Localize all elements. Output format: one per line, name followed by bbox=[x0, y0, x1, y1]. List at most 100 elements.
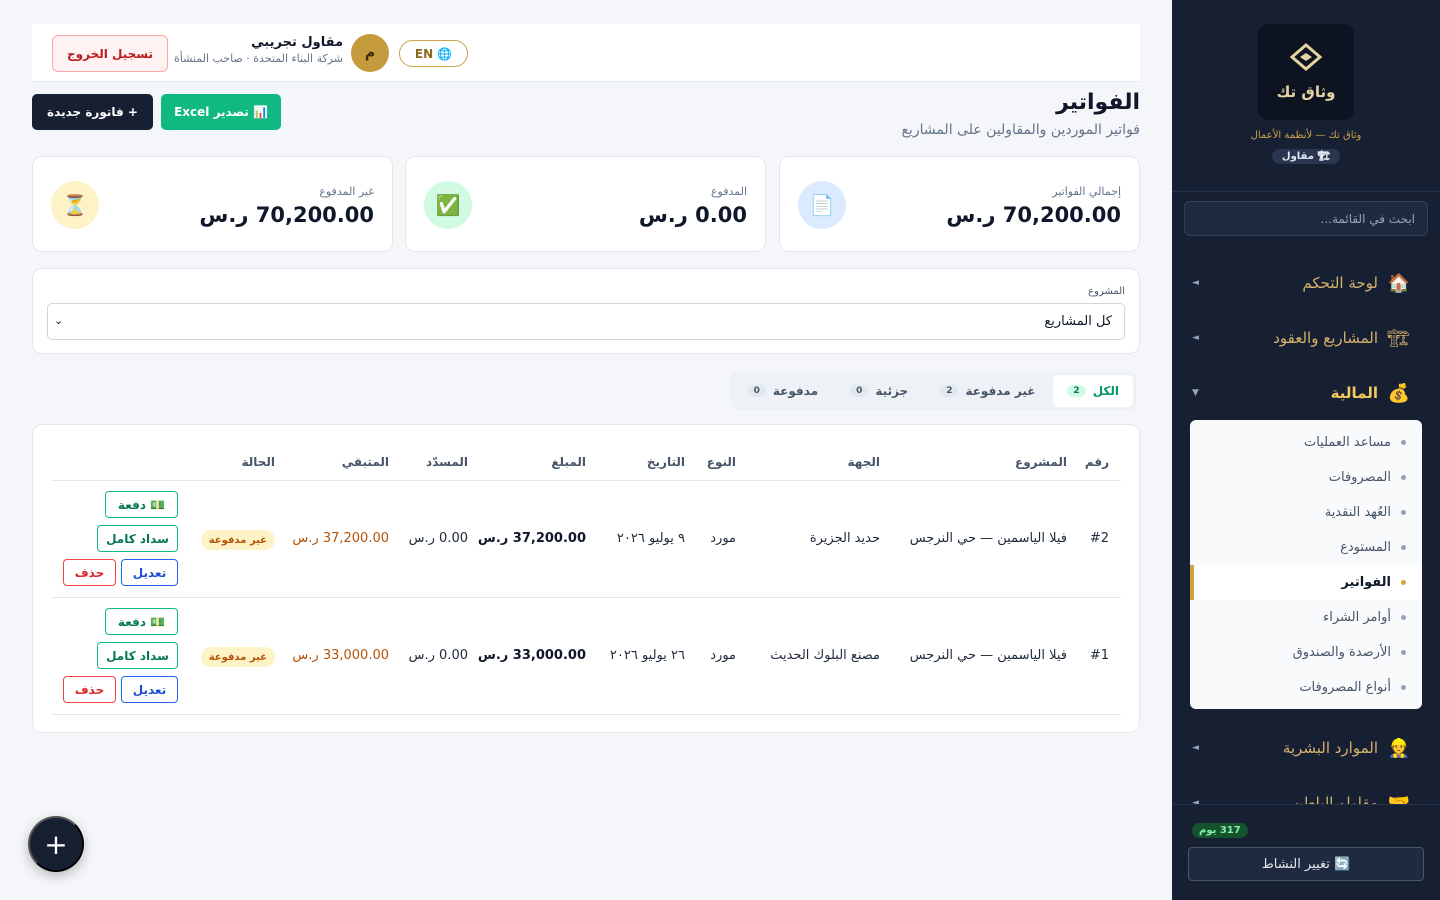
brand-block: وثاق تك وثاق تك — لأنظمة الأعمال 🏗 مقاول bbox=[1172, 0, 1440, 192]
tab-paid[interactable]: مدفوعة 0 bbox=[734, 375, 832, 407]
sidebar-item-label: المالية bbox=[1330, 384, 1378, 402]
header-divider bbox=[51, 480, 1121, 481]
full-payment-button[interactable]: سداد كامل bbox=[97, 642, 178, 669]
sidebar-search-input[interactable]: ابحث في القائمة... bbox=[1184, 201, 1428, 236]
submenu-label: المستودع bbox=[1340, 540, 1391, 555]
days-remaining-badge: 317 يوم bbox=[1192, 823, 1248, 838]
avatar[interactable]: م bbox=[351, 34, 389, 72]
logo-text: وثاق تك bbox=[1276, 83, 1336, 101]
cell-paid: 0.00 ر.س bbox=[408, 531, 468, 546]
submenu-item-cash-custody[interactable]: العُهد النقدية bbox=[1190, 495, 1422, 530]
column-header-remaining: المتبقي bbox=[341, 455, 389, 469]
edit-button[interactable]: تعديل bbox=[121, 676, 178, 703]
submenu-label: أوامر الشراء bbox=[1323, 610, 1391, 625]
column-header-status: الحالة bbox=[241, 455, 275, 469]
language-label: EN bbox=[414, 46, 434, 61]
filter-card: المشروع كل المشاريع ⌄ bbox=[32, 268, 1140, 354]
delete-button[interactable]: حذف bbox=[63, 676, 116, 703]
cell-project: فيلا الياسمين — حي النرجس bbox=[909, 648, 1067, 663]
home-icon: 🏠 bbox=[1387, 272, 1410, 294]
cell-type: مورد bbox=[710, 531, 736, 546]
stat-label: إجمالي الفواتير bbox=[1052, 185, 1121, 198]
submenu-item-purchase-orders[interactable]: أوامر الشراء bbox=[1190, 600, 1422, 635]
tab-label: الكل bbox=[1092, 384, 1119, 398]
logo-mark-icon bbox=[1289, 43, 1323, 71]
submenu-item-balances[interactable]: الأرصدة والصندوق bbox=[1190, 635, 1422, 670]
tab-count-badge: 0 bbox=[747, 385, 766, 397]
cell-remaining: 37,200.00 ر.س bbox=[292, 531, 389, 546]
sidebar-item-label: الموارد البشرية bbox=[1282, 739, 1378, 757]
project-filter-label: المشروع bbox=[1088, 286, 1125, 297]
sidebar: وثاق تك وثاق تك — لأنظمة الأعمال 🏗 مقاول… bbox=[1172, 0, 1440, 900]
stat-card-total: إجمالي الفواتير 70,200.00 ر.س 📄 bbox=[779, 156, 1140, 252]
construction-icon: 🏗 bbox=[1387, 327, 1410, 349]
add-payment-button[interactable]: 💵 دفعة bbox=[105, 491, 178, 518]
bullet-icon bbox=[1401, 475, 1406, 480]
chevron-down-icon: ⌄ bbox=[54, 314, 64, 327]
tab-count-badge: 2 bbox=[940, 385, 959, 397]
column-header-paid: المسدّد bbox=[426, 455, 468, 469]
globe-icon: 🌐 bbox=[437, 46, 453, 61]
tab-label: جزئية bbox=[875, 384, 909, 398]
user-company: شركة البناء المتحدة · صاحب المنشأة bbox=[174, 52, 344, 65]
brand-tagline: وثاق تك — لأنظمة الأعمال bbox=[1250, 130, 1362, 141]
bullet-icon bbox=[1401, 580, 1406, 585]
bullet-icon bbox=[1401, 685, 1406, 690]
chevron-left-icon: ◄ bbox=[1192, 743, 1199, 753]
sidebar-item-dashboard[interactable]: 🏠 لوحة التحكم ◄ bbox=[1172, 263, 1440, 303]
status-tabs: الكل 2 غير مدفوعة 2 جزئية 0 مدفوعة 0 bbox=[730, 372, 1136, 410]
chevron-down-icon: ▼ bbox=[1192, 388, 1199, 398]
delete-button[interactable]: حذف bbox=[63, 559, 116, 586]
cell-number: #1 bbox=[1089, 648, 1109, 663]
submenu-item-operations-assistant[interactable]: مساعد العمليات bbox=[1190, 425, 1422, 460]
language-toggle-button[interactable]: 🌐 EN bbox=[399, 40, 468, 67]
tab-unpaid[interactable]: غير مدفوعة 2 bbox=[926, 375, 1049, 407]
column-header-amount: المبلغ bbox=[551, 455, 586, 469]
user-info: مقاول تجريبي شركة البناء المتحدة · صاحب … bbox=[174, 35, 343, 65]
page-subtitle: فواتير الموردين والمقاولين على المشاريع bbox=[901, 122, 1140, 138]
invoices-table: رقم المشروع الجهة النوع التاريخ المبلغ ا… bbox=[32, 424, 1140, 733]
role-badge: 🏗 مقاول bbox=[1271, 149, 1341, 164]
money-bag-icon: 💰 bbox=[1387, 382, 1410, 404]
tab-all[interactable]: الكل 2 bbox=[1053, 375, 1133, 407]
chevron-left-icon: ◄ bbox=[1192, 278, 1199, 288]
sidebar-item-hr[interactable]: 👷 الموارد البشرية ◄ bbox=[1172, 728, 1440, 768]
project-select[interactable]: كل المشاريع ⌄ bbox=[47, 303, 1125, 340]
submenu-label: العُهد النقدية bbox=[1324, 505, 1391, 520]
sidebar-item-label: لوحة التحكم bbox=[1302, 274, 1378, 292]
stat-value: 70,200.00 ر.س bbox=[946, 203, 1121, 227]
full-payment-button[interactable]: سداد كامل bbox=[97, 525, 178, 552]
edit-button[interactable]: تعديل bbox=[121, 559, 178, 586]
add-payment-button[interactable]: 💵 دفعة bbox=[105, 608, 178, 635]
sidebar-item-label: المشاريع والعقود bbox=[1273, 329, 1378, 347]
cell-project: فيلا الياسمين — حي النرجس bbox=[909, 531, 1067, 546]
app-logo[interactable]: وثاق تك bbox=[1258, 24, 1354, 120]
cell-paid: 0.00 ر.س bbox=[408, 648, 468, 663]
submenu-item-expense-types[interactable]: أنواع المصروفات bbox=[1190, 670, 1422, 705]
row-divider bbox=[51, 597, 1121, 598]
sidebar-footer: 317 يوم 🔄 تغيير النشاط bbox=[1172, 804, 1440, 900]
cell-date: ٩ يوليو ٢٠٢٦ bbox=[616, 531, 685, 546]
submenu-label: الفواتير bbox=[1341, 575, 1391, 590]
cell-party: مصنع البلوك الحديث bbox=[770, 648, 880, 663]
finance-submenu: مساعد العمليات المصروفات العُهد النقدية … bbox=[1190, 420, 1422, 709]
submenu-item-expenses[interactable]: المصروفات bbox=[1190, 460, 1422, 495]
tab-label: مدفوعة bbox=[772, 384, 819, 398]
floating-add-button[interactable]: + bbox=[28, 816, 84, 872]
sidebar-item-finance[interactable]: 💰 المالية ▼ bbox=[1172, 373, 1440, 413]
cell-remaining: 33,000.00 ر.س bbox=[292, 648, 389, 663]
bullet-icon bbox=[1401, 615, 1406, 620]
bullet-icon bbox=[1401, 650, 1406, 655]
export-excel-button[interactable]: 📊 تصدير Excel bbox=[161, 94, 281, 130]
submenu-item-invoices[interactable]: الفواتير bbox=[1190, 565, 1422, 600]
tab-label: غير مدفوعة bbox=[965, 384, 1036, 398]
submenu-label: الأرصدة والصندوق bbox=[1292, 645, 1391, 660]
new-invoice-button[interactable]: + فاتورة جديدة bbox=[32, 94, 153, 130]
tab-partial[interactable]: جزئية 0 bbox=[836, 375, 922, 407]
sidebar-item-projects[interactable]: 🏗 المشاريع والعقود ◄ bbox=[1172, 318, 1440, 358]
stat-label: المدفوع bbox=[710, 185, 747, 198]
submenu-item-warehouse[interactable]: المستودع bbox=[1190, 530, 1422, 565]
logout-button[interactable]: تسجيل الخروج bbox=[52, 35, 168, 72]
submenu-label: المصروفات bbox=[1328, 470, 1391, 485]
switch-activity-button[interactable]: 🔄 تغيير النشاط bbox=[1188, 847, 1424, 881]
